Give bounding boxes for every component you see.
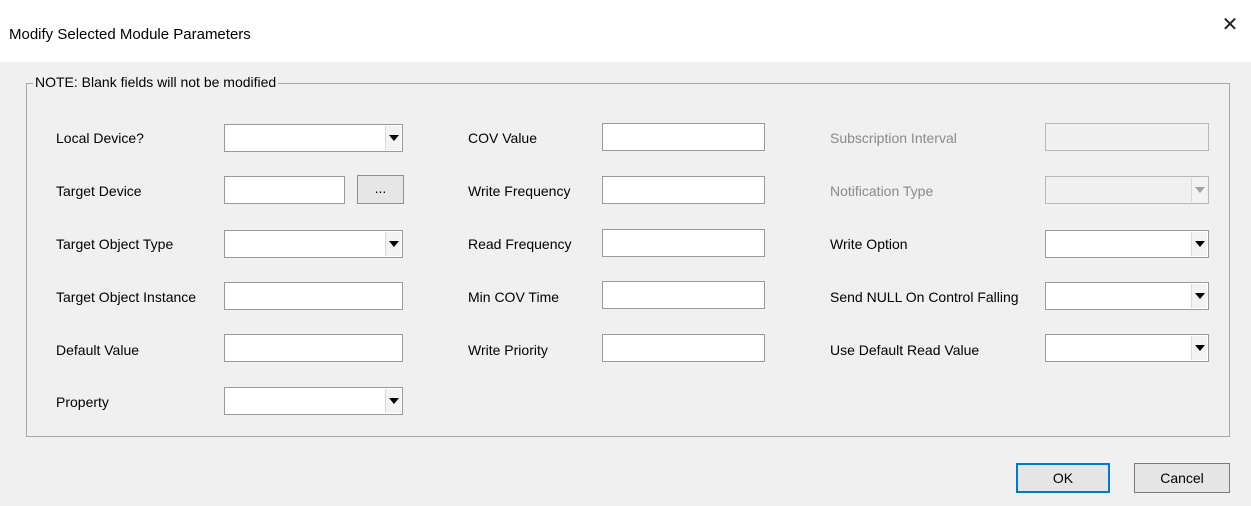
target-object-instance-input[interactable] — [224, 282, 403, 310]
send-null-on-control-falling-dropdown[interactable] — [1045, 282, 1209, 310]
send-null-on-control-falling-label: Send NULL On Control Falling — [830, 289, 1019, 305]
notification-type-dropdown — [1045, 176, 1209, 204]
browse-target-device-button[interactable]: ... — [357, 175, 404, 204]
use-default-read-value-dropdown[interactable] — [1045, 334, 1209, 362]
property-dropdown[interactable] — [224, 387, 403, 415]
target-device-input[interactable] — [224, 176, 345, 204]
property-label: Property — [56, 394, 109, 410]
title-bar: Modify Selected Module Parameters — [0, 10, 1251, 62]
close-icon: ✕ — [1221, 14, 1239, 36]
cancel-button[interactable]: Cancel — [1134, 463, 1230, 493]
default-value-input[interactable] — [224, 334, 403, 362]
write-priority-label: Write Priority — [468, 342, 548, 358]
group-legend: NOTE: Blank fields will not be modified — [33, 74, 279, 90]
dialog-title: Modify Selected Module Parameters — [9, 26, 251, 43]
cov-value-label: COV Value — [468, 130, 537, 146]
ok-button[interactable]: OK — [1016, 463, 1110, 493]
min-cov-time-label: Min COV Time — [468, 289, 560, 305]
write-option-dropdown[interactable] — [1045, 230, 1209, 258]
local-device-label: Local Device? — [56, 130, 144, 146]
modify-module-parameters-dialog: Modify Selected Module Parameters ✕ NOTE… — [0, 0, 1251, 506]
cov-value-input[interactable] — [602, 123, 765, 151]
write-priority-input[interactable] — [602, 334, 765, 362]
close-button[interactable]: ✕ — [1209, 10, 1251, 42]
write-frequency-label: Write Frequency — [468, 183, 571, 199]
chevron-down-icon — [1191, 178, 1207, 202]
chevron-down-icon[interactable] — [1191, 284, 1207, 308]
min-cov-time-input[interactable] — [602, 281, 765, 309]
read-frequency-input[interactable] — [602, 229, 765, 257]
default-value-label: Default Value — [56, 342, 140, 358]
use-default-read-value-label: Use Default Read Value — [830, 342, 980, 358]
notification-type-label: Notification Type — [830, 183, 934, 199]
write-frequency-input[interactable] — [602, 176, 765, 204]
local-device-dropdown[interactable] — [224, 124, 403, 152]
chevron-down-icon[interactable] — [385, 232, 401, 256]
read-frequency-label: Read Frequency — [468, 236, 572, 252]
target-object-type-label: Target Object Type — [56, 236, 174, 252]
chevron-down-icon[interactable] — [1191, 336, 1207, 360]
chevron-down-icon[interactable] — [385, 389, 401, 413]
target-object-instance-label: Target Object Instance — [56, 289, 197, 305]
target-device-label: Target Device — [56, 183, 142, 199]
subscription-interval-label: Subscription Interval — [830, 130, 957, 146]
subscription-interval-input — [1045, 123, 1209, 151]
write-option-label: Write Option — [830, 236, 908, 252]
chevron-down-icon[interactable] — [385, 126, 401, 150]
target-object-type-dropdown[interactable] — [224, 230, 403, 258]
chevron-down-icon[interactable] — [1191, 232, 1207, 256]
